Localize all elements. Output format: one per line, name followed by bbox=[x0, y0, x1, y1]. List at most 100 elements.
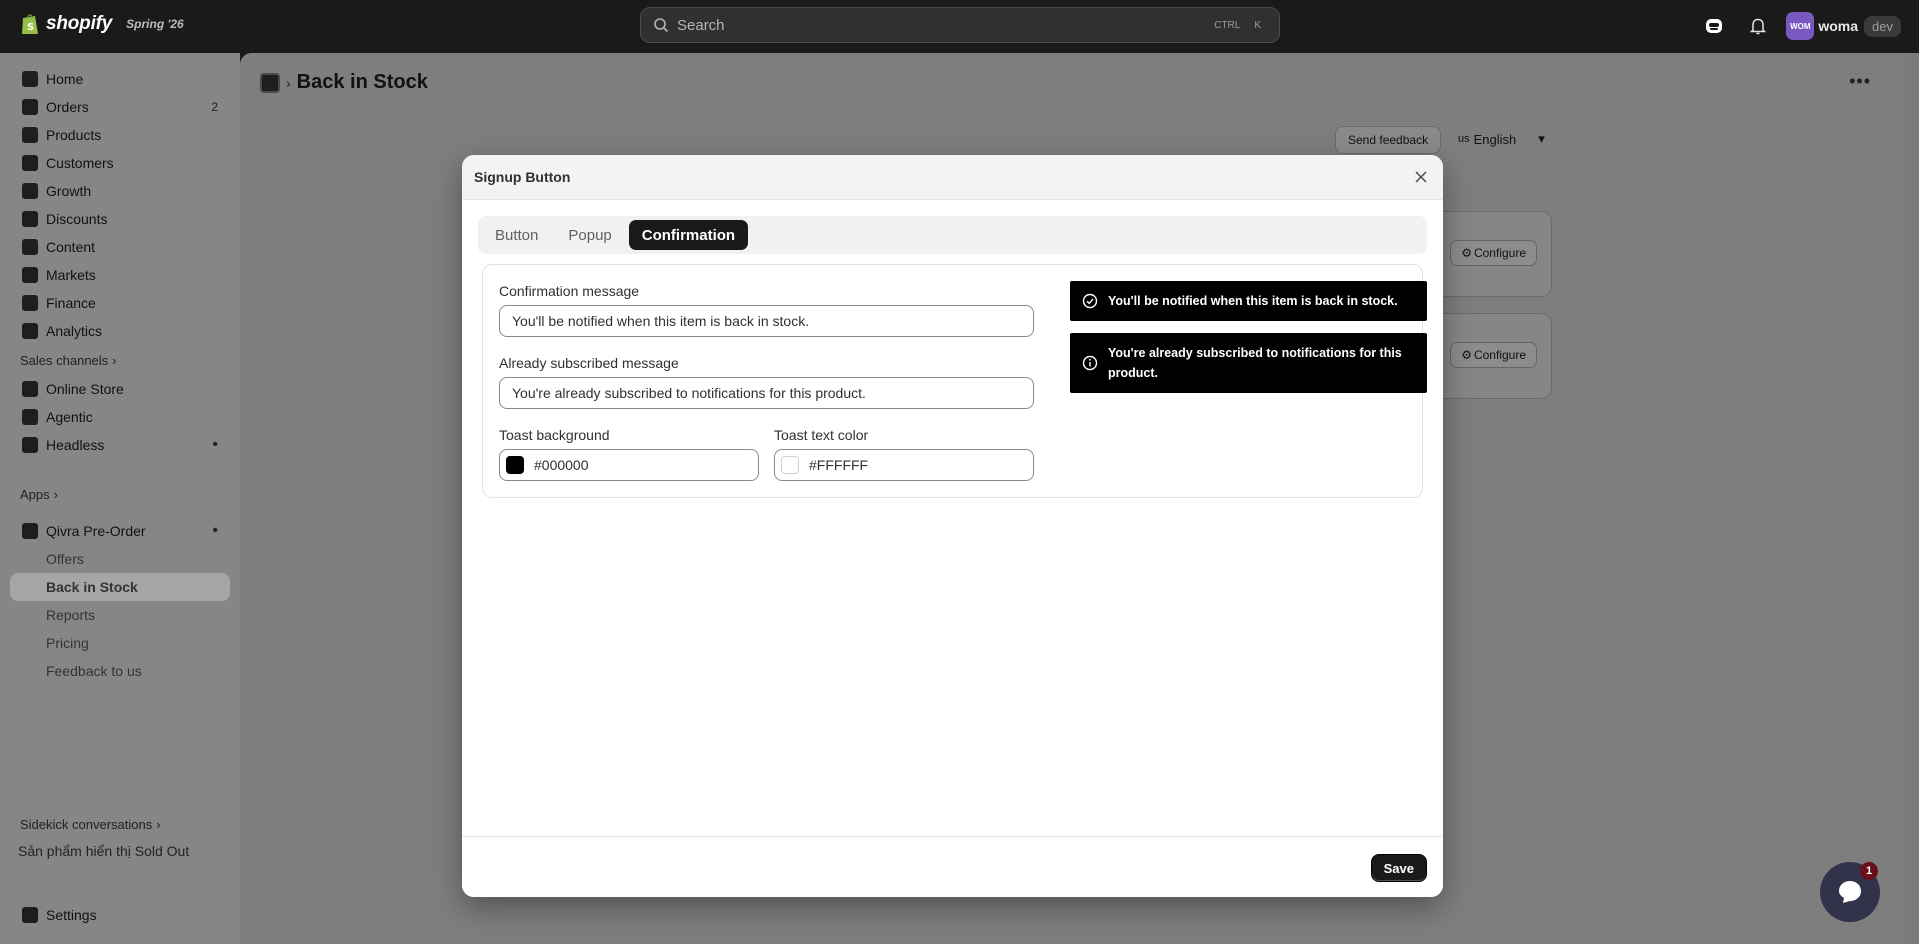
sidebar-item-online-store[interactable]: Online Store bbox=[10, 375, 230, 403]
chevron-right-icon: › bbox=[53, 487, 58, 502]
env-badge: dev bbox=[1864, 15, 1901, 37]
sidebar-item-label: Reports bbox=[46, 607, 96, 623]
sidebar-item-label: Agentic bbox=[46, 409, 93, 425]
already-subscribed-input[interactable]: You're already subscribed to notificatio… bbox=[499, 377, 1034, 409]
toast-background-swatch[interactable] bbox=[506, 456, 524, 474]
sidebar-item-products[interactable]: Products bbox=[10, 121, 230, 149]
shortcut-ctrl: CTRL bbox=[1214, 19, 1241, 31]
username: woma bbox=[1818, 18, 1859, 34]
shopify-logo[interactable]: S shopify Spring '26 bbox=[20, 12, 184, 36]
headless-icon bbox=[22, 437, 38, 453]
sidebar-item-qivra-app[interactable]: Qivra Pre-Order • bbox=[10, 517, 230, 545]
sidebar-item-discounts[interactable]: Discounts bbox=[10, 205, 230, 233]
tag-icon bbox=[22, 127, 38, 143]
sidekick-conversation-item[interactable]: Sản phẩm hiển thị Sold Out bbox=[18, 843, 189, 859]
language-value: English bbox=[1473, 131, 1517, 147]
notifications-button[interactable] bbox=[1742, 10, 1774, 42]
sidekick-conversations-heading[interactable]: Sidekick conversations › bbox=[20, 817, 161, 832]
sidebar-item-settings[interactable]: Settings bbox=[10, 901, 230, 929]
avatar: WOM bbox=[1786, 12, 1815, 40]
chevron-down-icon: ▾ bbox=[1538, 131, 1545, 146]
chevron-right-icon: › bbox=[112, 353, 117, 368]
sidekick-button[interactable] bbox=[1698, 10, 1730, 42]
pin-dot-icon: • bbox=[212, 436, 218, 453]
growth-icon bbox=[22, 183, 38, 199]
sidebar-item-label: Discounts bbox=[46, 211, 108, 227]
modal-title: Signup Button bbox=[474, 169, 571, 185]
chat-unread-badge: 1 bbox=[1860, 862, 1878, 880]
sidebar-item-agentic[interactable]: Agentic bbox=[10, 403, 230, 431]
apps-heading[interactable]: Apps › bbox=[20, 487, 58, 502]
sidebar-item-label: Feedback to us bbox=[46, 663, 142, 679]
orders-icon bbox=[22, 99, 38, 115]
configure-button[interactable]: ⚙ Configure bbox=[1450, 342, 1537, 368]
toast-text-color-input[interactable]: #FFFFFF bbox=[774, 449, 1034, 481]
account-menu[interactable]: WOM woma dev bbox=[1786, 12, 1919, 40]
sidebar-item-pricing[interactable]: Pricing bbox=[10, 629, 230, 657]
configure-button[interactable]: ⚙ Configure bbox=[1450, 240, 1537, 266]
sidebar-item-feedback[interactable]: Feedback to us bbox=[10, 657, 230, 685]
sliders-icon: ⚙ bbox=[1461, 348, 1472, 362]
home-icon bbox=[22, 71, 38, 87]
sidebar-item-label: Offers bbox=[46, 551, 84, 567]
search-placeholder: Search bbox=[677, 16, 725, 34]
sidebar-item-label: Settings bbox=[46, 907, 97, 923]
sales-channels-label: Sales channels bbox=[20, 353, 109, 368]
modal-header: Signup Button bbox=[462, 155, 1443, 200]
close-icon bbox=[1415, 171, 1427, 183]
close-button[interactable] bbox=[1411, 167, 1431, 187]
app-icon[interactable] bbox=[260, 72, 280, 93]
check-circle-icon bbox=[1082, 293, 1098, 309]
search-icon bbox=[654, 18, 669, 33]
sidekick-conversation-label: Sản phẩm hiển thị Sold Out bbox=[18, 843, 190, 859]
sidebar-item-orders[interactable]: Orders 2 bbox=[10, 93, 230, 121]
sidebar-item-reports[interactable]: Reports bbox=[10, 601, 230, 629]
search-bar[interactable]: Search CTRL K bbox=[640, 7, 1280, 43]
gear-icon bbox=[22, 907, 38, 923]
sidebar-item-label: Qivra Pre-Order bbox=[46, 523, 146, 539]
tab-button[interactable]: Button bbox=[482, 220, 551, 250]
sliders-icon: ⚙ bbox=[1461, 246, 1472, 260]
edition-label[interactable]: Spring '26 bbox=[126, 17, 184, 31]
sidebar-item-content[interactable]: Content bbox=[10, 233, 230, 261]
sidebar-item-analytics[interactable]: Analytics bbox=[10, 317, 230, 345]
sales-channels-heading[interactable]: Sales channels › bbox=[20, 353, 117, 368]
language-select[interactable]: us English ▾ bbox=[1458, 131, 1545, 147]
sidebar-item-offers[interactable]: Offers bbox=[10, 545, 230, 573]
agentic-icon bbox=[22, 409, 38, 425]
more-actions-icon[interactable]: ••• bbox=[1849, 71, 1871, 92]
sidebar-item-home[interactable]: Home bbox=[10, 65, 230, 93]
sidebar-item-back-in-stock[interactable]: Back in Stock bbox=[10, 573, 230, 601]
preview-success-text: You'll be notified when this item is bac… bbox=[1108, 294, 1398, 308]
save-button[interactable]: Save bbox=[1370, 854, 1427, 882]
sidebar-item-label: Finance bbox=[46, 295, 96, 311]
content-icon bbox=[22, 239, 38, 255]
chevron-right-icon: › bbox=[156, 817, 161, 832]
toast-text-color-value: #FFFFFF bbox=[809, 457, 869, 473]
toast-text-color-swatch[interactable] bbox=[781, 456, 799, 474]
sidebar-item-label: Home bbox=[46, 71, 84, 87]
sidebar-item-label: Customers bbox=[46, 155, 114, 171]
sidebar: Home Orders 2 Products Customers Growth D… bbox=[0, 53, 240, 944]
toast-background-value: #000000 bbox=[534, 457, 589, 473]
page-title: Back in Stock bbox=[296, 71, 428, 93]
send-feedback-button[interactable]: Send feedback bbox=[1335, 126, 1442, 154]
confirmation-message-input[interactable]: You'll be notified when this item is bac… bbox=[499, 305, 1034, 337]
us-flag-label: us bbox=[1458, 133, 1470, 145]
tab-confirmation[interactable]: Confirmation bbox=[628, 220, 749, 250]
globe-icon bbox=[22, 267, 38, 283]
sidebar-item-markets[interactable]: Markets bbox=[10, 261, 230, 289]
sidebar-item-label: Orders bbox=[46, 99, 89, 115]
chart-icon bbox=[22, 323, 38, 339]
already-subscribed-label: Already subscribed message bbox=[499, 355, 679, 371]
tab-popup[interactable]: Popup bbox=[555, 220, 624, 250]
sidebar-item-headless[interactable]: Headless • bbox=[10, 431, 230, 459]
modal-footer: Save bbox=[462, 836, 1443, 897]
sidebar-item-label: Growth bbox=[46, 183, 92, 199]
sidebar-item-finance[interactable]: Finance bbox=[10, 289, 230, 317]
breadcrumb: › Back in Stock bbox=[260, 71, 428, 94]
sidebar-item-customers[interactable]: Customers bbox=[10, 149, 230, 177]
toast-background-input[interactable]: #000000 bbox=[499, 449, 759, 481]
discount-icon bbox=[22, 211, 38, 227]
sidebar-item-growth[interactable]: Growth bbox=[10, 177, 230, 205]
